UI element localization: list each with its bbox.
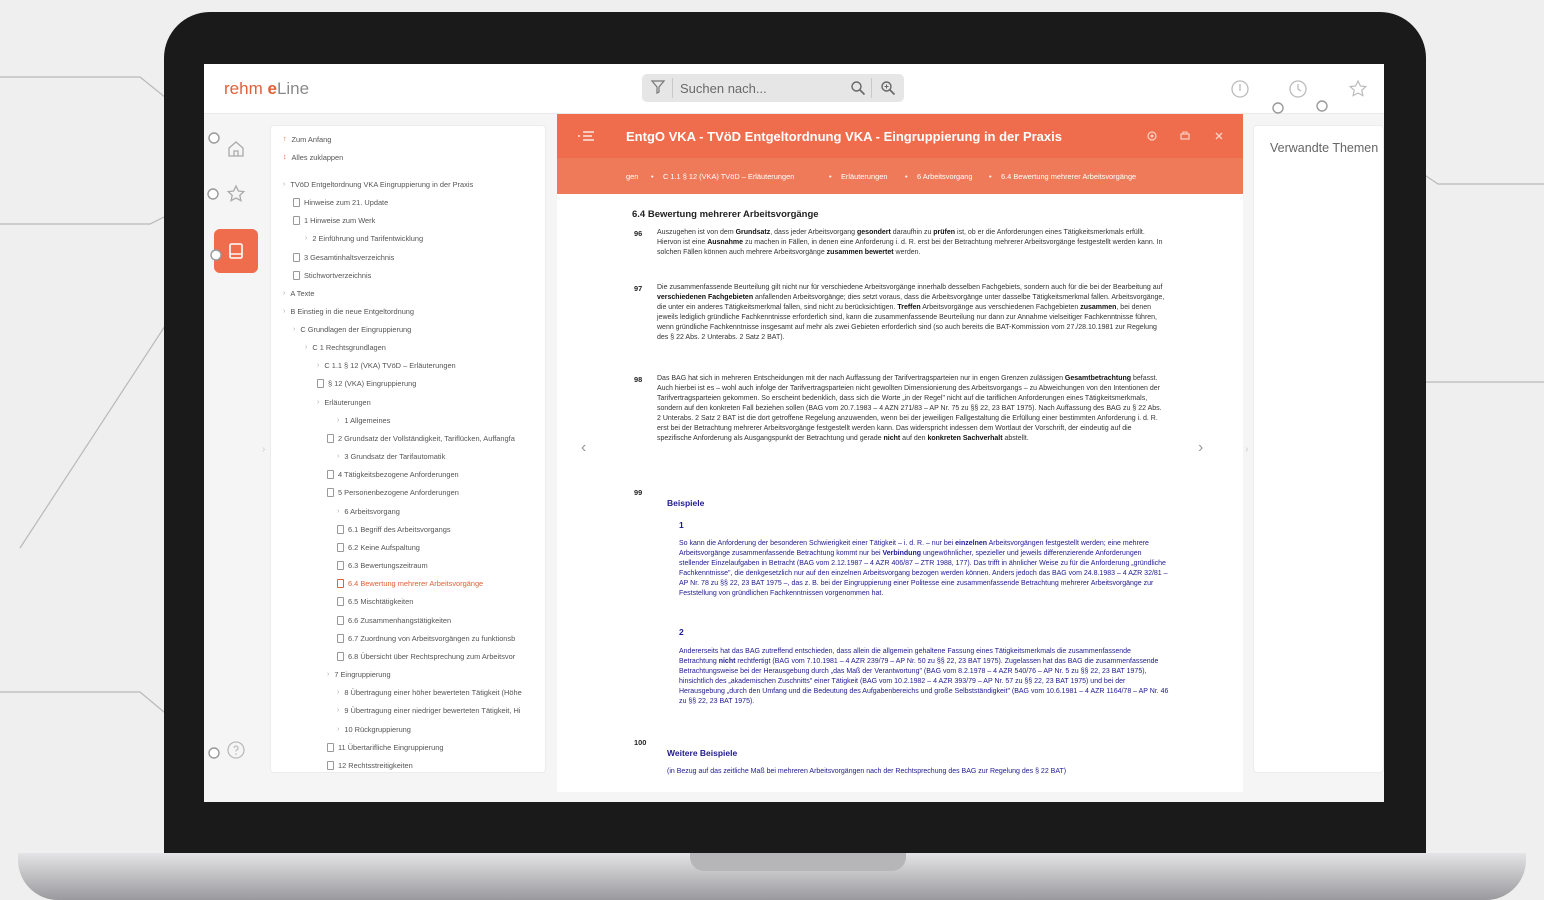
callout-dots [207, 100, 1328, 759]
